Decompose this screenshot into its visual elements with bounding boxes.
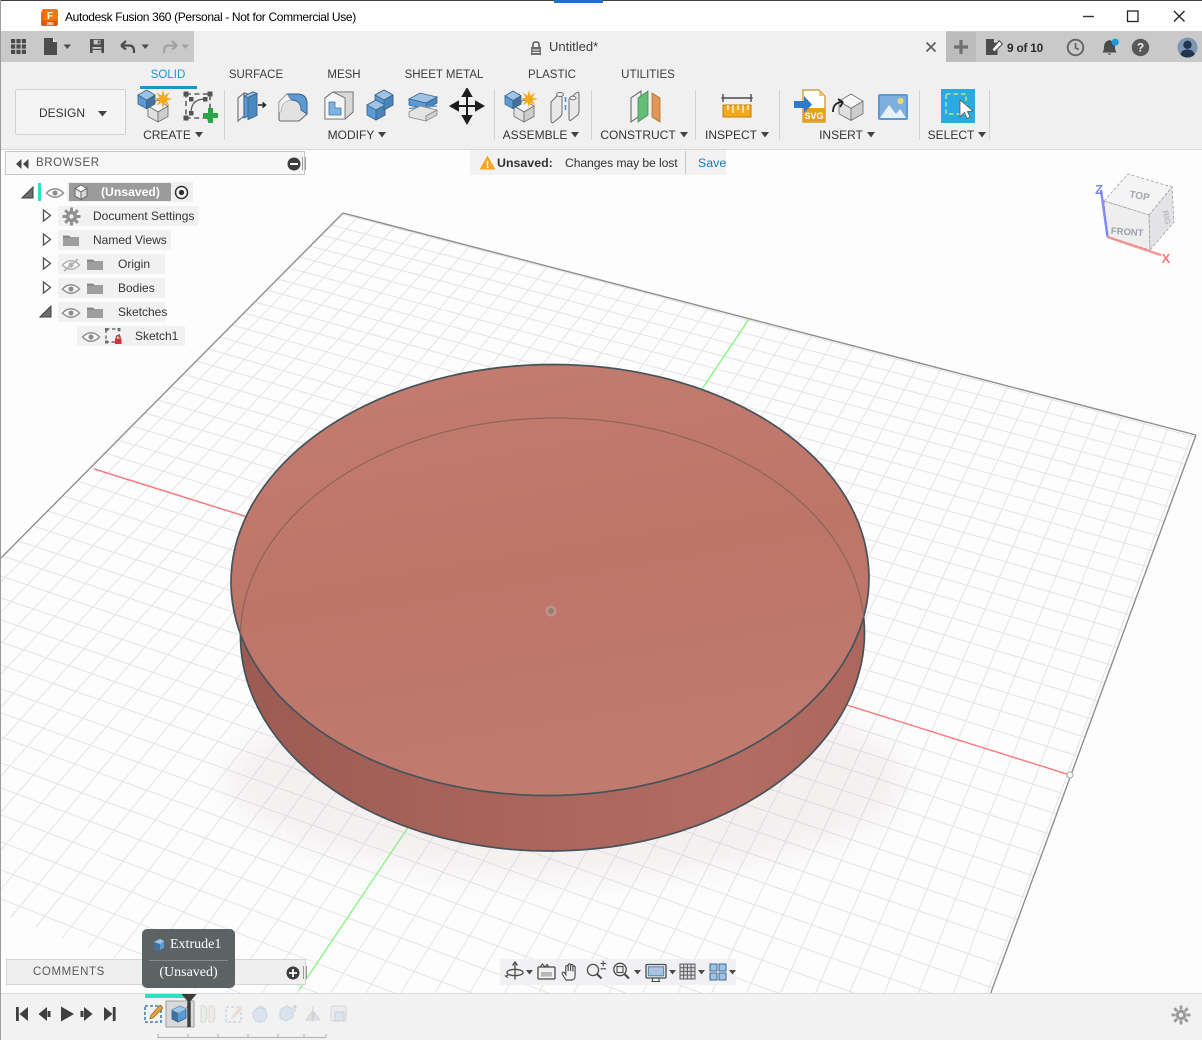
svg-text:360: 360 [47, 21, 55, 26]
svg-text:?: ? [1137, 41, 1144, 55]
svg-text:SVG: SVG [804, 111, 823, 121]
svg-text:X: X [1162, 251, 1171, 266]
svg-text:Z: Z [1095, 182, 1103, 197]
svg-text:!: ! [486, 160, 489, 170]
svg-text:FRONT: FRONT [1110, 226, 1144, 239]
